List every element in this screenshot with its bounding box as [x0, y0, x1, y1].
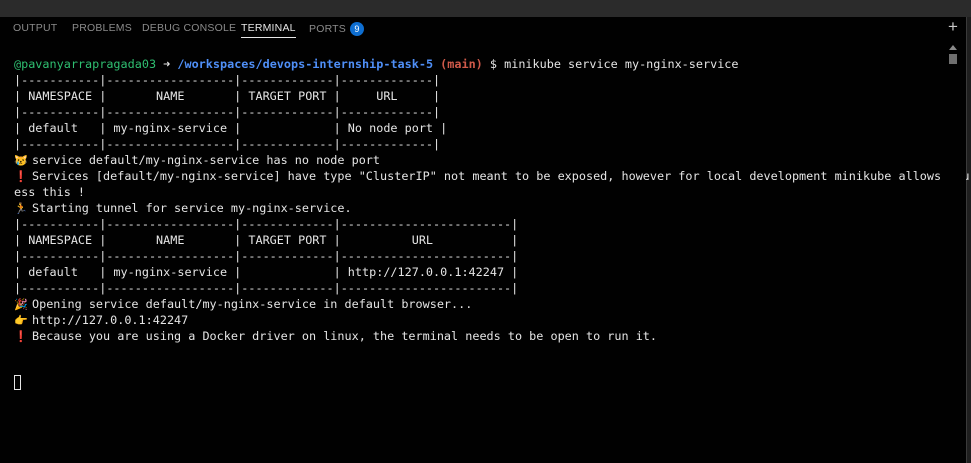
- message-line: 🎉 Opening service default/my-nginx-servic…: [14, 297, 472, 313]
- tab-problems[interactable]: PROBLEMS: [72, 22, 132, 37]
- prompt-branch: (main): [440, 57, 483, 71]
- table1-row: |-----------|------------------|--------…: [14, 73, 441, 87]
- tab-output[interactable]: OUTPUT: [13, 22, 57, 37]
- prompt-command: minikube service my-nginx-service: [504, 57, 739, 71]
- prompt-symbol: $: [489, 57, 498, 71]
- table1-row: |-----------|------------------|--------…: [14, 105, 441, 119]
- message-line: ❗ Because you are using a Docker driver o…: [14, 329, 657, 345]
- table1-row: | default | my-nginx-service | | No node…: [14, 121, 448, 135]
- scrollbar-thumb[interactable]: [949, 54, 957, 64]
- pointing-hand-icon: 👉: [14, 314, 28, 327]
- table1-row: |-----------|------------------|--------…: [14, 137, 441, 151]
- message-text: Starting tunnel for service my-nginx-ser…: [32, 201, 352, 215]
- crying-cat-icon: 😿: [14, 154, 28, 167]
- prompt-path: /workspaces/devops-internship-task-5: [177, 57, 434, 71]
- exclamation-icon: ❗: [14, 170, 28, 183]
- table2-row: | default | my-nginx-service | | http://…: [14, 265, 519, 279]
- message-line: ess this !: [14, 185, 85, 201]
- ports-count-badge: 9: [349, 22, 364, 36]
- exclamation-icon: ❗: [14, 330, 28, 343]
- message-text: http://127.0.0.1:42247: [32, 313, 189, 327]
- message-text: Because you are using a Docker driver on…: [32, 329, 658, 343]
- table1-row: | NAMESPACE | NAME | TARGET PORT | URL |: [14, 89, 441, 103]
- prompt-arrow-icon: ➜: [163, 57, 171, 71]
- tab-ports[interactable]: PORTS 9: [309, 22, 364, 37]
- window-top-strip: [0, 0, 971, 17]
- running-icon: 🏃: [14, 202, 28, 215]
- terminal-panel: OUTPUT PROBLEMS DEBUG CONSOLE TERMINAL P…: [0, 17, 970, 463]
- table2-row: |-----------|------------------|--------…: [14, 217, 519, 231]
- prompt-line: @pavanyarrapragada03 ➜ /workspaces/devop…: [14, 57, 739, 73]
- scroll-up-icon[interactable]: [949, 45, 957, 50]
- table2-row: | NAMESPACE | NAME | TARGET PORT | URL |: [14, 233, 519, 247]
- terminal-scrollbar[interactable]: [945, 41, 966, 463]
- tab-ports-label: PORTS: [309, 22, 346, 35]
- party-popper-icon: 🎉: [14, 298, 28, 311]
- table2-row: |-----------|------------------|--------…: [14, 281, 519, 295]
- message-text: Opening service default/my-nginx-service…: [32, 297, 473, 311]
- message-line: 👉 http://127.0.0.1:42247: [14, 313, 188, 329]
- new-terminal-button[interactable]: +: [948, 17, 958, 37]
- message-text: service default/my-nginx-service has no …: [32, 153, 381, 167]
- message-line: ❗ Services [default/my-nginx-service] hav…: [14, 169, 971, 185]
- terminal-output[interactable]: @pavanyarrapragada03 ➜ /workspaces/devop…: [0, 41, 970, 463]
- message-text: Services [default/my-nginx-service] have…: [32, 169, 971, 183]
- panel-tab-bar: OUTPUT PROBLEMS DEBUG CONSOLE TERMINAL P…: [0, 17, 966, 41]
- message-line: 🏃 Starting tunnel for service my-nginx-se…: [14, 201, 352, 217]
- message-text: ess this !: [14, 185, 86, 199]
- table2-row: |-----------|------------------|--------…: [14, 249, 519, 263]
- terminal-cursor: [14, 375, 21, 390]
- message-line: 😿 service default/my-nginx-service has no…: [14, 153, 380, 169]
- tab-debug-console[interactable]: DEBUG CONSOLE: [142, 22, 236, 37]
- tab-terminal[interactable]: TERMINAL: [241, 22, 296, 38]
- prompt-user: @pavanyarrapragada03: [14, 57, 157, 71]
